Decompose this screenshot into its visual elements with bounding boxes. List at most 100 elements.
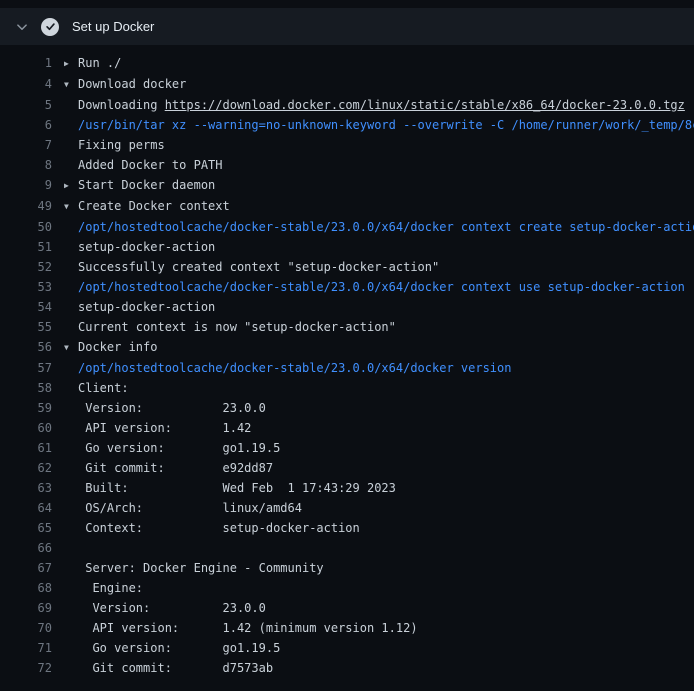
log-line: 65 Context: setup-docker-action [0, 518, 694, 538]
log-line[interactable]: 56 ▼Docker info [0, 337, 694, 358]
group-line: ▼Create Docker context [64, 196, 230, 217]
log-line[interactable]: 49 ▼Create Docker context [0, 196, 694, 217]
line-number[interactable]: 49 [0, 196, 52, 217]
collapse-arrow-icon[interactable]: ▼ [64, 338, 78, 358]
check-circle-icon [41, 18, 59, 36]
line-number[interactable]: 53 [0, 277, 52, 297]
step-title: Set up Docker [72, 20, 154, 33]
log-text: API version: 1.42 [64, 418, 251, 438]
log-text: Git commit: e92dd87 [64, 458, 273, 478]
line-number[interactable]: 68 [0, 578, 52, 598]
log-text: OS/Arch: linux/amd64 [64, 498, 302, 518]
log-link[interactable]: https://download.docker.com/linux/static… [165, 98, 685, 112]
log-text: /opt/hostedtoolcache/docker-stable/23.0.… [64, 277, 685, 297]
log-line[interactable]: 1 ▶Run ./ [0, 53, 694, 74]
log-line: 55 Current context is now "setup-docker-a… [0, 317, 694, 337]
line-number[interactable]: 60 [0, 418, 52, 438]
log-line: 64 OS/Arch: linux/amd64 [0, 498, 694, 518]
log-text: /usr/bin/tar xz --warning=no-unknown-key… [64, 115, 694, 135]
line-number[interactable]: 65 [0, 518, 52, 538]
log-text: Current context is now "setup-docker-act… [64, 317, 396, 337]
line-number[interactable]: 4 [0, 74, 52, 95]
line-number[interactable]: 7 [0, 135, 52, 155]
log-line[interactable]: 4 ▼Download docker [0, 74, 694, 95]
collapse-arrow-icon[interactable]: ▼ [64, 75, 78, 95]
group-title: Download docker [78, 77, 186, 91]
group-line: ▶Run ./ [64, 53, 121, 74]
log-text [64, 538, 78, 558]
log-text: Context: setup-docker-action [64, 518, 360, 538]
group-title: Run ./ [78, 56, 121, 70]
log-line: 70 API version: 1.42 (minimum version 1.… [0, 618, 694, 638]
log-line: 51 setup-docker-action [0, 237, 694, 257]
group-title: Start Docker daemon [78, 178, 215, 192]
log-line: 67 Server: Docker Engine - Community [0, 558, 694, 578]
log-text: /opt/hostedtoolcache/docker-stable/23.0.… [64, 358, 511, 378]
line-number[interactable]: 8 [0, 155, 52, 175]
line-number[interactable]: 62 [0, 458, 52, 478]
line-number[interactable]: 6 [0, 115, 52, 135]
log-text: Version: 23.0.0 [64, 598, 266, 618]
line-number[interactable]: 50 [0, 217, 52, 237]
line-number[interactable]: 51 [0, 237, 52, 257]
log-text: Go version: go1.19.5 [64, 638, 280, 658]
log-line: 69 Version: 23.0.0 [0, 598, 694, 618]
line-number[interactable]: 69 [0, 598, 52, 618]
log-text: API version: 1.42 (minimum version 1.12) [64, 618, 418, 638]
line-number[interactable]: 72 [0, 658, 52, 678]
chevron-down-icon[interactable] [16, 21, 28, 33]
log-line: 60 API version: 1.42 [0, 418, 694, 438]
log-line: 63 Built: Wed Feb 1 17:43:29 2023 [0, 478, 694, 498]
log-text: Downloading https://download.docker.com/… [64, 95, 685, 115]
line-number[interactable]: 70 [0, 618, 52, 638]
step-header[interactable]: Set up Docker [0, 8, 694, 45]
log-line: 68 Engine: [0, 578, 694, 598]
log-text: Fixing perms [64, 135, 165, 155]
line-number[interactable]: 64 [0, 498, 52, 518]
line-number[interactable]: 5 [0, 95, 52, 115]
log-text: /opt/hostedtoolcache/docker-stable/23.0.… [64, 217, 694, 237]
log-text: setup-docker-action [64, 237, 215, 257]
line-number[interactable]: 66 [0, 538, 52, 558]
expand-arrow-icon[interactable]: ▶ [64, 176, 78, 196]
collapse-arrow-icon[interactable]: ▼ [64, 197, 78, 217]
group-line: ▶Start Docker daemon [64, 175, 215, 196]
log-text: Successfully created context "setup-dock… [64, 257, 439, 277]
line-number[interactable]: 67 [0, 558, 52, 578]
line-number[interactable]: 57 [0, 358, 52, 378]
log-text: Git commit: d7573ab [64, 658, 273, 678]
log-line: 72 Git commit: d7573ab [0, 658, 694, 678]
log-line: 66 [0, 538, 694, 558]
log-line: 5 Downloading https://download.docker.com… [0, 95, 694, 115]
line-number[interactable]: 1 [0, 53, 52, 74]
log-line: 58Client: [0, 378, 694, 398]
log-line: 8 Added Docker to PATH [0, 155, 694, 175]
log-line: 61 Go version: go1.19.5 [0, 438, 694, 458]
group-title: Create Docker context [78, 199, 230, 213]
log-text: Server: Docker Engine - Community [64, 558, 324, 578]
log-line[interactable]: 9 ▶Start Docker daemon [0, 175, 694, 196]
log-text: Go version: go1.19.5 [64, 438, 280, 458]
line-number[interactable]: 52 [0, 257, 52, 277]
line-number[interactable]: 54 [0, 297, 52, 317]
log-line: 50/opt/hostedtoolcache/docker-stable/23.… [0, 217, 694, 237]
group-title: Docker info [78, 340, 157, 354]
line-number[interactable]: 9 [0, 175, 52, 196]
line-number[interactable]: 55 [0, 317, 52, 337]
line-number[interactable]: 71 [0, 638, 52, 658]
line-number[interactable]: 61 [0, 438, 52, 458]
log-line: 54setup-docker-action [0, 297, 694, 317]
line-number[interactable]: 63 [0, 478, 52, 498]
line-number[interactable]: 56 [0, 337, 52, 358]
log-text: Version: 23.0.0 [64, 398, 266, 418]
line-number[interactable]: 58 [0, 378, 52, 398]
expand-arrow-icon[interactable]: ▶ [64, 54, 78, 74]
log-line: 62 Git commit: e92dd87 [0, 458, 694, 478]
line-number[interactable]: 59 [0, 398, 52, 418]
log-text-prefix: Downloading [78, 98, 165, 112]
log-line: 59 Version: 23.0.0 [0, 398, 694, 418]
log-text: Added Docker to PATH [64, 155, 223, 175]
log-line: 57/opt/hostedtoolcache/docker-stable/23.… [0, 358, 694, 378]
group-line: ▼Download docker [64, 74, 186, 95]
log-line: 53/opt/hostedtoolcache/docker-stable/23.… [0, 277, 694, 297]
